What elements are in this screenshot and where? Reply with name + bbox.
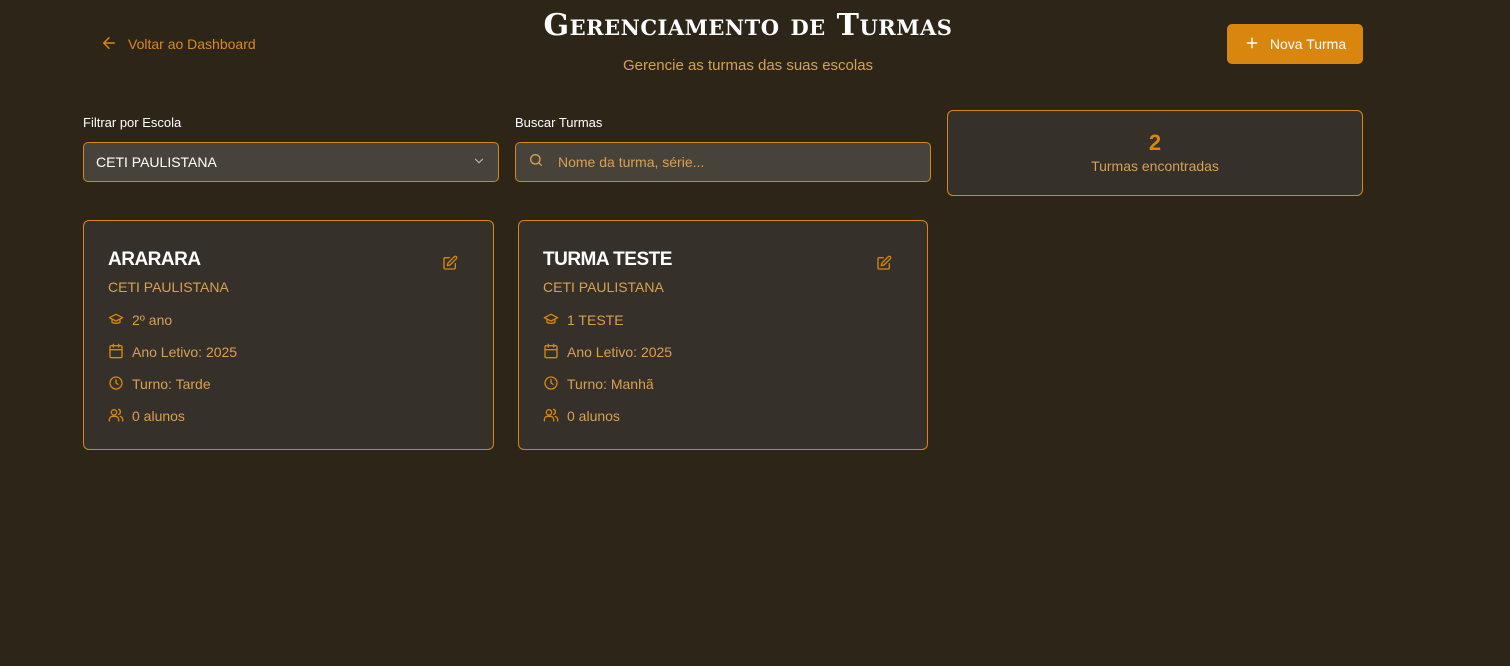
class-grade: 2º ano: [132, 312, 173, 328]
plus-icon: [1244, 35, 1260, 54]
results-count-label: Turmas encontradas: [1091, 158, 1219, 174]
class-shift: Turno: Manhã: [567, 376, 654, 392]
class-grade: 1 TESTE: [567, 312, 624, 328]
class-year-row: Ano Letivo: 2025: [108, 343, 237, 361]
class-shift-row: Turno: Manhã: [543, 375, 654, 393]
class-name: ARARARA: [108, 249, 201, 270]
class-grade-row: 1 TESTE: [543, 311, 624, 329]
new-class-button-label: Nova Turma: [1269, 36, 1347, 52]
graduation-cap-icon: [543, 311, 559, 330]
class-grade-row: 2º ano: [108, 311, 172, 329]
calendar-icon: [108, 343, 124, 362]
class-year-row: Ano Letivo: 2025: [543, 343, 672, 361]
results-count-panel: 2 Turmas encontradas: [947, 110, 1363, 196]
users-icon: [108, 407, 124, 426]
search-icon: [528, 152, 544, 173]
school-filter-label: Filtrar por Escola: [83, 115, 182, 130]
class-name: TURMA TESTE: [543, 249, 672, 270]
school-filter-select[interactable]: CETI PAULISTANA: [83, 142, 499, 182]
clock-icon: [543, 375, 559, 394]
graduation-cap-icon: [108, 311, 124, 330]
class-card[interactable]: TURMA TESTE CETI PAULISTANA 1 TESTE Ano …: [518, 220, 928, 450]
new-class-button[interactable]: Nova Turma: [1227, 24, 1363, 64]
users-icon: [543, 407, 559, 426]
clock-icon: [108, 375, 124, 394]
class-year: Ano Letivo: 2025: [132, 344, 238, 360]
search-input[interactable]: [556, 153, 918, 171]
edit-class-button[interactable]: [876, 255, 892, 271]
class-school: CETI PAULISTANA: [108, 279, 229, 295]
chevron-down-icon: [472, 154, 486, 171]
class-students-row: 0 alunos: [108, 407, 185, 425]
class-year: Ano Letivo: 2025: [567, 344, 673, 360]
class-shift-row: Turno: Tarde: [108, 375, 211, 393]
edit-icon: [876, 255, 892, 275]
class-students: 0 alunos: [132, 408, 185, 424]
search-field: [515, 142, 931, 182]
edit-class-button[interactable]: [442, 255, 458, 271]
class-school: CETI PAULISTANA: [543, 279, 664, 295]
class-card[interactable]: ARARARA CETI PAULISTANA 2º ano Ano Letiv…: [83, 220, 494, 450]
results-count: 2: [1148, 130, 1162, 155]
calendar-icon: [543, 343, 559, 362]
class-shift: Turno: Tarde: [132, 376, 211, 392]
edit-icon: [442, 255, 458, 275]
search-label: Buscar Turmas: [515, 115, 603, 130]
class-students-row: 0 alunos: [543, 407, 620, 425]
class-students: 0 alunos: [567, 408, 620, 424]
school-filter-value: CETI PAULISTANA: [96, 154, 217, 170]
